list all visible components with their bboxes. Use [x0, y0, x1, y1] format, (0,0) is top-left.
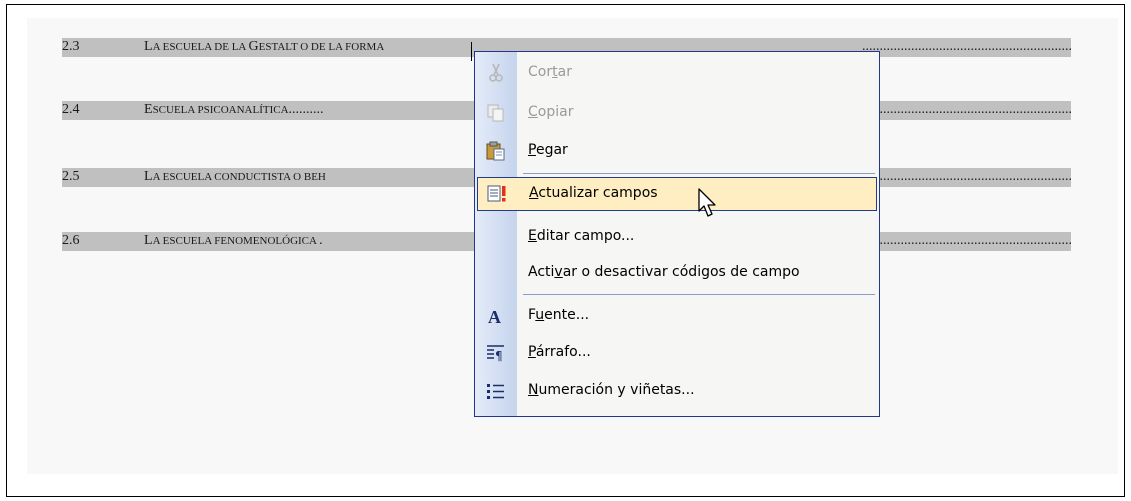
text-caret	[471, 42, 472, 61]
toc-title: LA ESCUELA CONDUCTISTA O BEH	[144, 169, 326, 185]
menu-label-copy: Copiar	[528, 104, 574, 120]
menu-label-paragraph: Párrafo...	[528, 344, 591, 360]
toc-title-part: SCUELA PSICOANALÍTICA	[152, 104, 289, 116]
menu-item-cut: Cortar	[475, 56, 879, 90]
toc-number: 2.3	[62, 39, 80, 54]
toc-leader-right: ........................................…	[862, 169, 1071, 185]
toc-leader-dots: ........................................…	[862, 102, 1071, 117]
toc-number: 2.6	[62, 233, 80, 248]
menu-item-copy: Copiar	[475, 96, 879, 130]
menu-item-paragraph[interactable]: ¶ Párrafo...	[475, 336, 879, 370]
toc-title-part: G	[248, 39, 259, 54]
font-icon: A	[488, 307, 501, 326]
menu-separator	[523, 294, 875, 295]
svg-text:¶: ¶	[495, 349, 503, 363]
toc-title-part: A ESCUELA CONDUCTISTA O BEH	[152, 171, 326, 183]
toc-title: LA ESCUELA FENOMENOLÓGICA .	[144, 233, 323, 249]
toc-number: 2.5	[62, 169, 80, 184]
copy-icon	[487, 104, 504, 122]
menu-label-font: Fuente...	[528, 307, 590, 323]
toc-title-part: E	[144, 102, 153, 117]
toc-title-part: L	[144, 39, 153, 54]
update-fields-icon	[487, 185, 506, 202]
menu-item-update-fields[interactable]: Actualizar campos	[477, 177, 877, 211]
toc-title-part: L	[144, 233, 153, 248]
menu-separator	[523, 173, 875, 174]
toc-leader-left: ..........	[288, 102, 324, 117]
paste-icon	[486, 141, 505, 161]
menu-item-toggle-field-codes[interactable]: Activar o desactivar códigos de campo	[475, 256, 879, 290]
toc-title-part: L	[144, 169, 153, 184]
svg-text:A: A	[488, 307, 501, 326]
menu-label-toggle-field-codes: Activar o desactivar códigos de campo	[528, 264, 800, 280]
menu-item-paste[interactable]: Pegar	[475, 134, 879, 168]
context-menu: Cortar Copiar Pegar Actualizar campos Ed…	[474, 51, 880, 417]
menu-label-edit-field: Editar campo...	[528, 228, 635, 244]
toc-leader-dots: ........................................…	[862, 233, 1071, 248]
bullets-icon	[487, 384, 504, 399]
menu-item-edit-field[interactable]: Editar campo...	[475, 220, 879, 254]
paragraph-icon: ¶	[487, 345, 504, 363]
mouse-cursor-icon	[698, 188, 716, 217]
toc-title-part: A ESCUELA DE LA	[152, 41, 249, 53]
scissors-icon	[489, 63, 503, 82]
toc-title-part: A ESCUELA FENOMENOLÓGICA	[152, 235, 320, 247]
menu-label-update-fields: Actualizar campos	[529, 185, 658, 201]
toc-leader-right: ........................................…	[862, 39, 1071, 55]
menu-label-numbering: Numeración y viñetas...	[528, 382, 695, 398]
toc-number: 2.4	[62, 102, 80, 117]
toc-leader-left: .	[319, 233, 323, 248]
menu-item-font[interactable]: A Fuente...	[475, 299, 879, 333]
menu-item-numbering[interactable]: Numeración y viñetas...	[475, 374, 879, 408]
toc-title: ESCUELA PSICOANALÍTICA..........	[144, 102, 324, 118]
toc-leader-right: ........................................…	[862, 102, 1071, 118]
toc-leader-dots: ........................................…	[862, 39, 1071, 54]
toc-leader-dots: ........................................…	[862, 169, 1071, 184]
toc-title: LA ESCUELA DE LA GESTALT O DE LA FORMA	[144, 39, 384, 55]
menu-label-paste: Pegar	[528, 142, 568, 158]
menu-label-cut: Cortar	[528, 64, 572, 80]
toc-leader-right: ........................................…	[862, 233, 1071, 249]
toc-title-part: ESTALT O DE LA FORMA	[258, 41, 385, 53]
